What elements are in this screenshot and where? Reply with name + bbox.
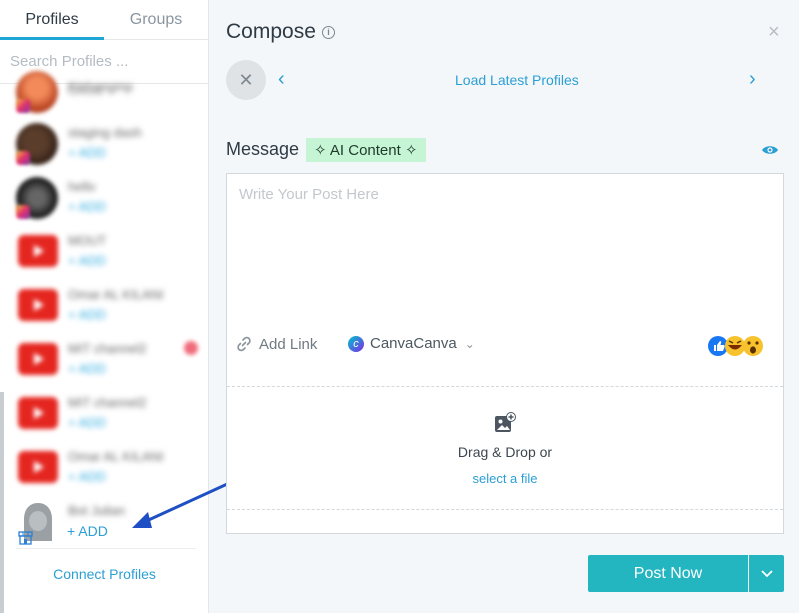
- profile-item[interactable]: MIT channel2 + ADD: [16, 339, 202, 389]
- compose-title: Compose: [226, 20, 316, 43]
- tab-profiles[interactable]: Profiles: [0, 0, 104, 40]
- youtube-icon: [18, 451, 58, 483]
- profile-add-link[interactable]: + ADD: [68, 361, 106, 376]
- notification-badge: [184, 341, 198, 355]
- sidebar-divider: [16, 548, 196, 549]
- youtube-icon: [18, 235, 58, 267]
- profile-item[interactable]: MOUT + ADD: [16, 231, 202, 281]
- post-options-button[interactable]: [749, 555, 784, 592]
- add-profile-link[interactable]: + ADD: [67, 523, 108, 539]
- select-file-link[interactable]: select a file: [227, 471, 783, 486]
- profile-add-link[interactable]: + ADD: [68, 415, 106, 430]
- profile-name: MIT channel2: [68, 341, 147, 356]
- profile-name: MOUT: [68, 233, 107, 248]
- profile-name: staging dash: [68, 125, 142, 140]
- add-link-button[interactable]: Add Link: [235, 335, 317, 353]
- profile-name: hello: [68, 179, 96, 194]
- link-icon: [237, 336, 251, 352]
- chevron-down-icon: ⌄: [464, 336, 475, 351]
- profile-add-link[interactable]: + ADD: [68, 253, 106, 268]
- canva-logo-icon: c: [348, 335, 364, 352]
- profile-item[interactable]: Kishangmp Ghost: [16, 71, 202, 121]
- store-icon: [18, 531, 33, 545]
- instagram-icon: [16, 205, 30, 219]
- sidebar-scrollbar[interactable]: [0, 392, 4, 613]
- eye-icon[interactable]: [761, 144, 779, 156]
- profile-item[interactable]: MIT channel2 + ADD: [16, 393, 202, 443]
- youtube-icon: [18, 289, 58, 321]
- profile-add-link[interactable]: + ADD: [68, 469, 106, 484]
- profile-add-link[interactable]: + ADD: [68, 307, 106, 322]
- clear-selection-button[interactable]: ✕: [226, 60, 266, 100]
- profile-item[interactable]: Omar AL KILANI + ADD: [16, 285, 202, 335]
- post-now-button[interactable]: Post Now: [588, 555, 748, 592]
- post-editor: Add Link c CanvaCanva ⌄ Drag &: [226, 173, 784, 534]
- close-icon[interactable]: ×: [768, 22, 780, 42]
- youtube-icon: [18, 397, 58, 429]
- canva-label: CanvaCanva: [370, 335, 457, 352]
- ai-content-button[interactable]: ✧ AI Content ✧: [306, 138, 426, 162]
- post-textarea[interactable]: [239, 186, 769, 326]
- message-label: Message: [226, 139, 300, 159]
- instagram-icon: [16, 99, 30, 113]
- profile-add-link[interactable]: + ADD: [68, 145, 106, 160]
- profile-name: Omar AL KILANI: [68, 449, 164, 464]
- profile-name: Omar AL KILANI: [68, 287, 164, 302]
- profile-item[interactable]: staging dash + ADD: [16, 123, 202, 173]
- profile-status: Ghost: [68, 83, 103, 98]
- add-image-icon: [495, 412, 516, 432]
- instagram-icon: [16, 151, 30, 165]
- dropzone-text: Drag & Drop or: [457, 444, 553, 460]
- add-link-label: Add Link: [259, 335, 318, 353]
- load-latest-profiles-link[interactable]: Load Latest Profiles: [455, 72, 579, 88]
- annotation-arrow-icon: [132, 478, 238, 528]
- connect-profiles-link[interactable]: Connect Profiles: [0, 566, 209, 582]
- editor-toolbar: Add Link c CanvaCanva ⌄: [227, 329, 783, 369]
- chevron-left-icon[interactable]: ‹: [278, 68, 285, 91]
- canva-button[interactable]: c CanvaCanva ⌄: [348, 335, 475, 352]
- info-icon[interactable]: i: [322, 26, 335, 39]
- profile-name: MIT channel2: [68, 395, 147, 410]
- profile-name: Bot Julian: [68, 503, 126, 518]
- profile-add-link[interactable]: + ADD: [68, 199, 106, 214]
- reactions-icon[interactable]: [707, 333, 767, 359]
- profile-item[interactable]: hello + ADD: [16, 177, 202, 227]
- media-dropzone[interactable]: Drag & Drop or select a file: [227, 386, 783, 510]
- sidebar-tabs: Profiles Groups: [0, 0, 208, 40]
- chevron-right-icon[interactable]: ›: [749, 68, 756, 91]
- chevron-down-icon: [760, 569, 773, 577]
- tab-groups[interactable]: Groups: [104, 0, 208, 39]
- youtube-icon: [18, 343, 58, 375]
- search-input[interactable]: [10, 53, 190, 70]
